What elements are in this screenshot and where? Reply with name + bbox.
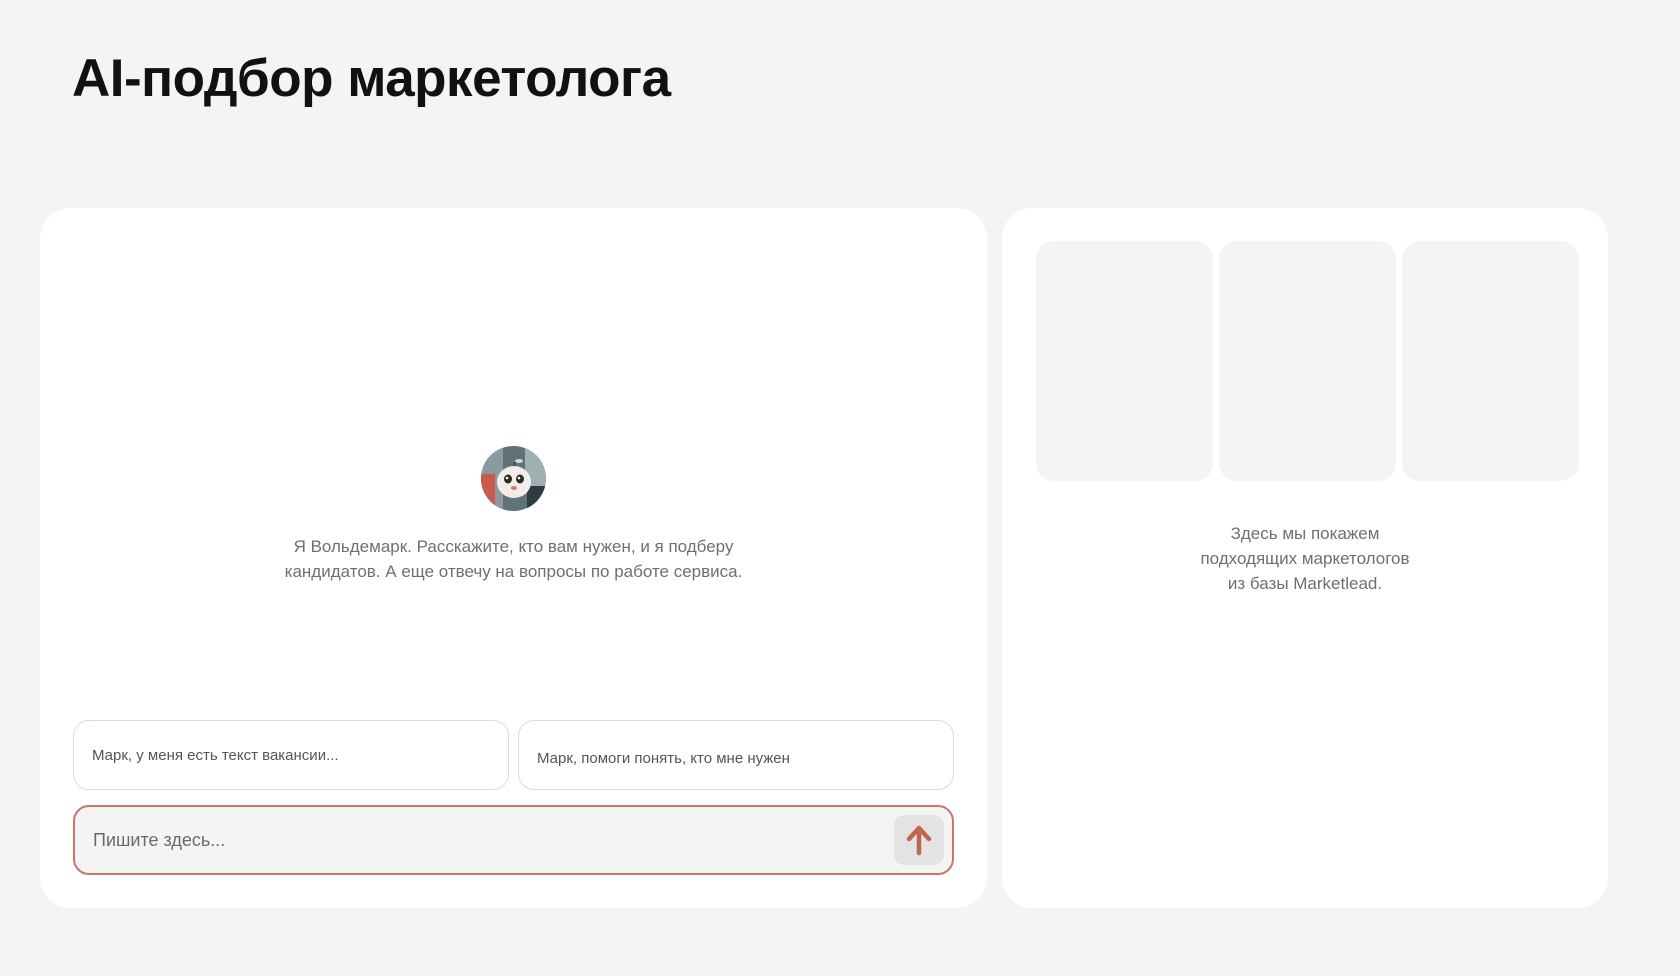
suggestion-label: Марк, помоги понять, кто мне нужен xyxy=(537,749,790,767)
page-title: AI-подбор маркетолога xyxy=(72,49,671,108)
chat-panel: Я Вольдемарк. Расскажите, кто вам нужен,… xyxy=(40,208,987,908)
assistant-avatar-icon xyxy=(481,446,546,511)
candidate-card-placeholder xyxy=(1219,241,1396,481)
message-composer xyxy=(73,805,954,875)
candidate-card-placeholder xyxy=(1036,241,1213,481)
candidate-card-placeholder xyxy=(1402,241,1579,481)
suggestion-chip-vacancy-text[interactable]: Марк, у меня есть текст вакансии... xyxy=(73,720,509,790)
send-button[interactable] xyxy=(894,815,944,865)
arrow-up-icon xyxy=(906,825,932,856)
message-input[interactable] xyxy=(93,807,853,873)
suggestion-chip-help-understand[interactable]: Марк, помоги понять, кто мне нужен xyxy=(518,720,954,790)
welcome-text: Я Вольдемарк. Расскажите, кто вам нужен,… xyxy=(284,537,743,581)
suggestion-label: Марк, у меня есть текст вакансии... xyxy=(92,746,339,764)
results-placeholder-text: Здесь мы покажем подходящих маркетологов… xyxy=(1200,524,1410,593)
results-panel: Здесь мы покажем подходящих маркетологов… xyxy=(1002,208,1608,908)
